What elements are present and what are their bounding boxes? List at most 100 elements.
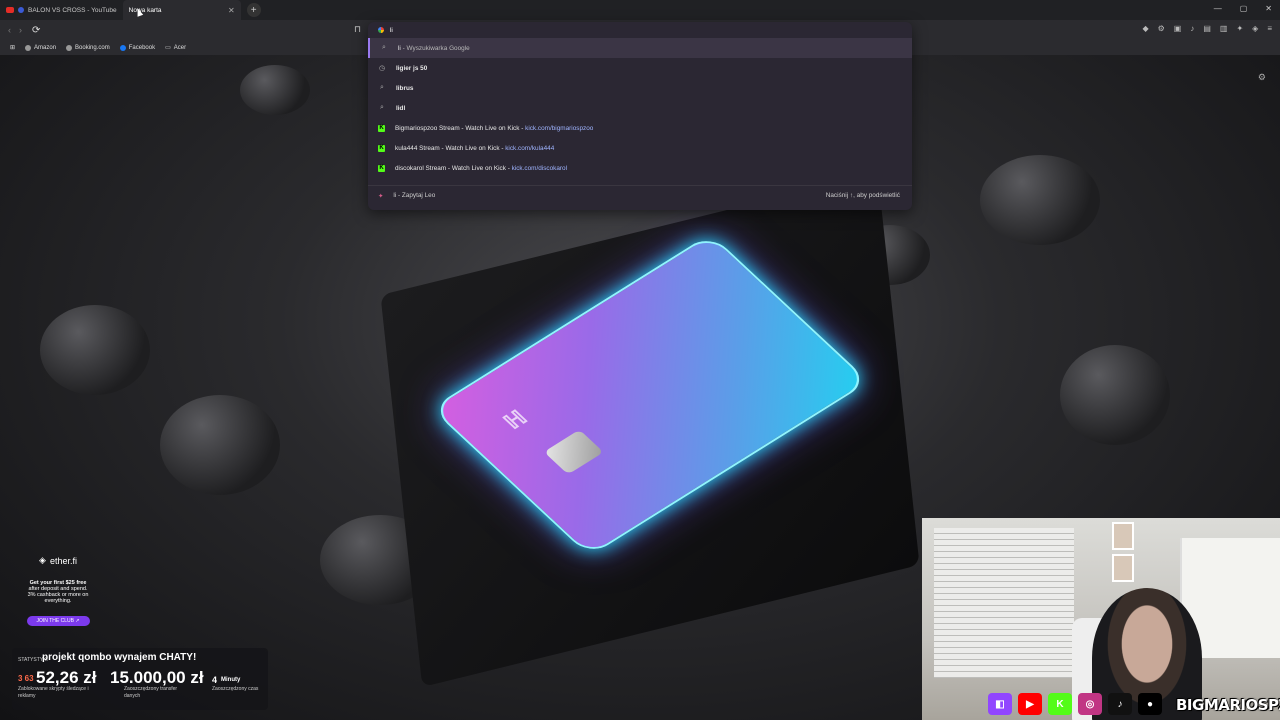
kick-icon: K	[1048, 693, 1072, 715]
ask-leo-row[interactable]: ✦ li - Zapytaj Leo Naciśnij ↑, aby podśw…	[368, 185, 912, 205]
saved-time-unit: Minuty	[221, 677, 241, 683]
blocked-trackers-label: Zablokowane skrypty śledzące i reklamy	[18, 686, 89, 699]
search-icon: ⌕	[380, 84, 384, 91]
suggestion-row[interactable]: K discokarol Stream - Watch Live on Kick…	[368, 158, 912, 178]
suggestion-row[interactable]: ⌕ lidl	[368, 98, 912, 118]
brave-shield-icon[interactable]: ◆	[1142, 24, 1148, 33]
close-icon[interactable]: ✕	[228, 6, 235, 15]
reload-icon[interactable]: ⟳	[32, 25, 40, 36]
join-club-button[interactable]: JOIN THE CLUB ↗	[26, 616, 90, 626]
background-rock	[40, 305, 150, 395]
close-window-icon[interactable]: ✕	[1265, 4, 1272, 13]
stats-widget: STATYSTYKI projekt qombo wynajem CHATY! …	[12, 648, 268, 710]
instagram-icon: ◎	[1078, 693, 1102, 715]
promo-text: everything.	[44, 598, 72, 604]
saved-bandwidth-label: Zaoszczędzony transfer danych	[124, 686, 178, 699]
suggestion-suffix: - Wyszukiwarka Google	[400, 44, 470, 52]
search-icon: ⌕	[382, 44, 386, 51]
leo-suffix: - Zapytaj Leo	[396, 192, 436, 199]
bookmark-icon[interactable]: ⊓	[354, 24, 361, 35]
promo-brand-name: ether.fi	[49, 555, 77, 566]
apps-icon[interactable]: ⊞	[10, 44, 15, 51]
plus-icon[interactable]: +	[246, 3, 261, 17]
screenshot-icon[interactable]: ▣	[1174, 24, 1182, 33]
suggestion-row[interactable]: ⌕ li - Wyszukiwarka Google	[368, 38, 912, 58]
suggestion-title: discokarol Stream - Watch Live on Kick	[395, 164, 506, 172]
stream-title-overlay: projekt qombo wynajem CHATY!	[42, 652, 197, 663]
omnibox-dropdown: li ⌕ li - Wyszukiwarka Google ◷ ligier j…	[368, 22, 912, 210]
back-icon[interactable]: ‹	[8, 25, 11, 35]
address-input-value[interactable]: li	[390, 27, 393, 34]
bookmark-label: Amazon	[34, 44, 57, 51]
tab-youtube[interactable]: BALON VS CROSS - YouTube	[0, 0, 123, 20]
window-blinds	[934, 528, 1074, 678]
suggestion-row[interactable]: ◷ ligier js 50	[368, 58, 912, 78]
donation-amount: 52,26 zł	[36, 668, 97, 687]
maximize-icon[interactable]: ▢	[1240, 4, 1248, 13]
bookmark-booking[interactable]: Booking.com	[66, 44, 110, 51]
sidebar-icon[interactable]: ▤	[1203, 24, 1211, 33]
address-bar[interactable]: li	[368, 22, 912, 38]
suggestion-title: Bigmariospzoo Stream - Watch Live on Kic…	[395, 124, 520, 132]
suggestion-url: kick.com/bigmariospzoo	[525, 124, 594, 132]
kick-icon: K	[378, 164, 385, 172]
background-rock	[1060, 345, 1170, 445]
background-rock	[160, 395, 280, 495]
bookmark-label: Acer	[173, 44, 187, 51]
settings-gear-icon[interactable]: ⚙	[1258, 72, 1266, 83]
suggestion-text: lidl	[396, 104, 406, 112]
saved-time-value: 4	[212, 675, 218, 685]
suggestion-row[interactable]: K Bigmariospzoo Stream - Watch Live on K…	[368, 118, 912, 138]
promo-brand: ◈ ether.fi	[18, 555, 98, 566]
leo-hint: Naciśnij ↑, aby podświetlić	[825, 192, 900, 199]
tiktok-icon: ♪	[1108, 693, 1132, 715]
wall-photo	[1112, 554, 1134, 582]
search-icon: ⌕	[380, 104, 384, 111]
suggestion-url: kick.com/discokarol	[511, 164, 568, 172]
vpn-icon[interactable]: ◈	[1252, 24, 1258, 33]
card-logo: ℍ	[497, 405, 533, 434]
suggestion-text: librus	[396, 84, 414, 92]
facebook-icon	[119, 44, 126, 51]
music-icon[interactable]: ♪	[1190, 24, 1194, 33]
suggestion-text: ligier js 50	[396, 64, 428, 72]
folder-icon: ▭	[165, 45, 171, 51]
tab-title: BALON VS CROSS - YouTube	[28, 6, 117, 14]
kick-icon: K	[378, 124, 385, 132]
leo-text: li - Zapytaj Leo	[393, 192, 435, 199]
leo-icon[interactable]: ✦	[1236, 24, 1243, 33]
blocked-trackers-count: 3 63	[18, 674, 34, 683]
suggestion-row[interactable]: K kula444 Stream - Watch Live on Kick - …	[368, 138, 912, 158]
streamer-handle: BIGMARIOSPZOO	[1176, 696, 1280, 714]
brave-icon	[18, 7, 24, 13]
extension-icon[interactable]: ⚙	[1158, 24, 1165, 33]
youtube-icon	[6, 7, 14, 13]
tab-title: Nowa karta	[128, 6, 162, 14]
sponsored-promo[interactable]: ◈ ether.fi Get your first $25 free after …	[18, 555, 98, 626]
menu-icon[interactable]: ≡	[1267, 24, 1272, 33]
twitch-icon: ◧	[988, 693, 1012, 715]
background-rock	[240, 65, 310, 115]
minimize-icon[interactable]: —	[1214, 4, 1222, 13]
suggestion-text: Bigmariospzoo Stream - Watch Live on Kic…	[395, 124, 594, 132]
bookmark-label: Facebook	[128, 44, 156, 51]
booking-icon	[66, 44, 73, 51]
window-controls: — ▢ ✕	[1214, 4, 1272, 13]
suggestion-title: kula444 Stream - Watch Live on Kick	[395, 144, 500, 152]
suggestion-text: discokarol Stream - Watch Live on Kick -…	[395, 164, 568, 172]
bookmark-acer[interactable]: ▭ Acer	[165, 44, 187, 52]
suggestion-text: li - Wyszukiwarka Google	[398, 45, 470, 52]
forward-icon[interactable]: ›	[19, 25, 22, 35]
x-icon: ●	[1138, 693, 1162, 715]
leo-icon: ✦	[378, 192, 384, 200]
history-icon: ◷	[378, 65, 386, 72]
bookmark-amazon[interactable]: Amazon	[25, 44, 57, 51]
suggestion-url: kick.com/kula444	[505, 144, 555, 152]
wallet-icon[interactable]: ▥	[1220, 24, 1228, 33]
amazon-icon	[25, 44, 32, 51]
suggestion-row[interactable]: ⌕ librus	[368, 78, 912, 98]
goal-amount: 15.000,00 zł	[110, 668, 204, 687]
youtube-icon: ▶	[1018, 693, 1042, 715]
bookmark-facebook[interactable]: Facebook	[119, 44, 156, 51]
etherfi-logo-icon: ◈	[39, 555, 46, 565]
